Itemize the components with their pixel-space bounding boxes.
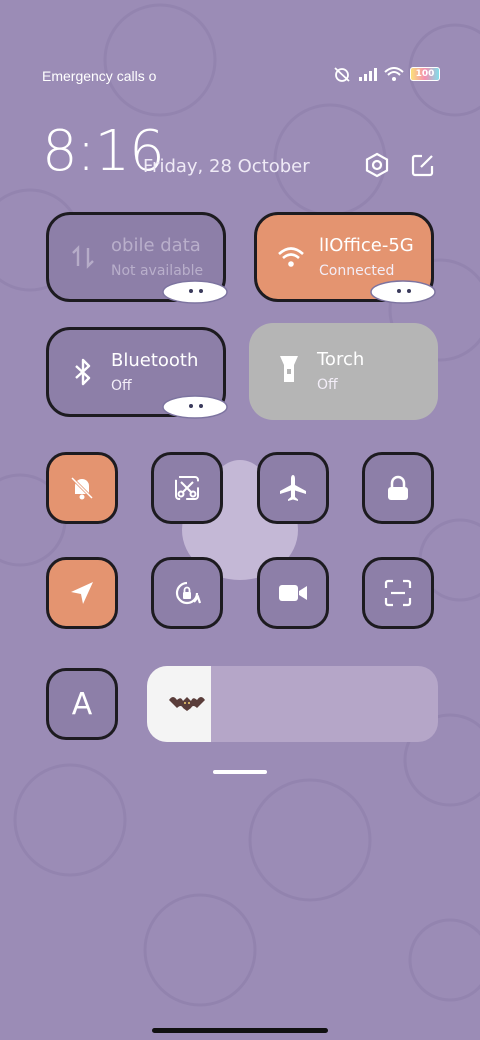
brightness-slider[interactable] — [147, 666, 438, 742]
settings-button[interactable] — [362, 150, 392, 180]
tile-torch-title: Torch — [317, 349, 365, 370]
lock-icon — [388, 475, 408, 500]
tile-mobile-data-title: obile data — [111, 235, 201, 256]
tile-torch[interactable]: Torch Off — [249, 323, 438, 420]
bluetooth-icon — [69, 358, 97, 386]
toggle-lock-screen[interactable] — [362, 452, 434, 524]
tile-mobile-data[interactable]: obile data Not available — [46, 212, 228, 304]
bell-off-icon — [70, 476, 94, 500]
battery-icon: 100 — [410, 67, 440, 81]
scissors-icon — [175, 476, 199, 500]
cinnamoroll-sticker-icon — [162, 395, 228, 419]
toggle-screenshot[interactable] — [151, 452, 223, 524]
video-camera-icon — [279, 585, 307, 601]
bat-icon — [169, 697, 205, 711]
torch-icon — [275, 355, 303, 383]
status-icons: 100 — [332, 66, 440, 82]
auto-brightness-label: A — [71, 686, 93, 722]
tile-bluetooth-subtitle: Off — [111, 378, 132, 394]
mobile-data-icon — [69, 243, 97, 271]
toggle-rotation-lock[interactable] — [151, 557, 223, 629]
wifi-status-icon — [384, 67, 404, 81]
alarm-off-icon — [334, 67, 350, 82]
signal-icon — [359, 68, 377, 81]
toggle-location[interactable] — [46, 557, 118, 629]
rotation-lock-icon — [175, 581, 202, 605]
toggle-scanner[interactable] — [362, 557, 434, 629]
scan-icon — [384, 579, 412, 607]
tile-torch-subtitle: Off — [317, 377, 338, 393]
gesture-navigation-bar[interactable] — [152, 1028, 328, 1033]
tile-bluetooth[interactable]: Bluetooth Off — [46, 327, 228, 419]
status-bar: Emergency calls o 100 — [42, 66, 440, 88]
toggle-silent[interactable] — [46, 452, 118, 524]
wifi-icon — [277, 243, 305, 271]
toggle-screen-recorder[interactable] — [257, 557, 329, 629]
toggle-airplane[interactable] — [257, 452, 329, 524]
edit-button[interactable] — [408, 150, 438, 180]
carrier-text: Emergency calls o — [42, 68, 157, 84]
location-arrow-icon — [71, 582, 93, 604]
airplane-icon — [280, 475, 306, 501]
cinnamoroll-sticker-icon — [162, 280, 228, 304]
drag-handle[interactable] — [213, 770, 267, 774]
edit-icon — [411, 154, 434, 177]
cinnamoroll-sticker-icon — [370, 280, 436, 304]
tile-wifi[interactable]: lIOffice-5G Connected — [254, 212, 436, 304]
tile-wifi-title: lIOffice-5G — [319, 235, 414, 256]
tile-bluetooth-title: Bluetooth — [111, 350, 199, 371]
clock-date: Friday, 28 October — [143, 156, 310, 177]
settings-hex-icon — [365, 152, 389, 178]
auto-brightness-button[interactable]: A — [46, 668, 118, 740]
